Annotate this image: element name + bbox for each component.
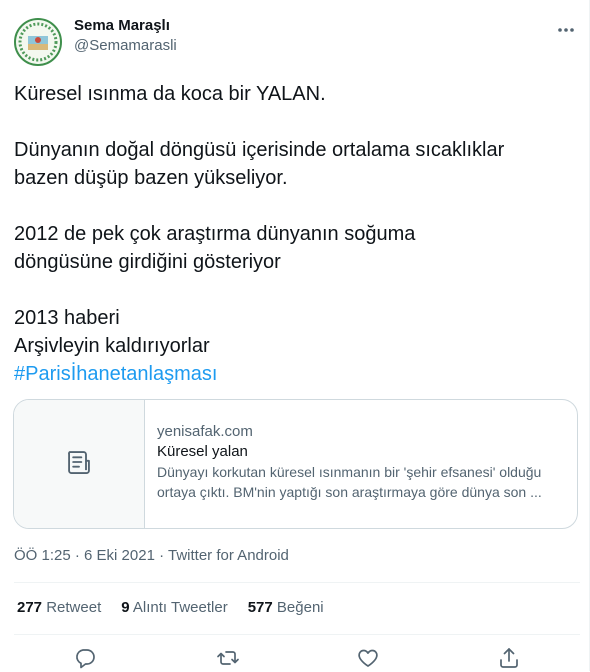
- like-button[interactable]: [356, 646, 380, 670]
- tweet-actions: [0, 646, 590, 672]
- reply-icon: [73, 646, 97, 670]
- divider: [14, 582, 580, 583]
- tweet-header: Sema Maraşlı @Semamarasli: [14, 14, 584, 66]
- likes-count: 577: [247, 599, 273, 616]
- more-options-button[interactable]: [554, 18, 578, 42]
- author-handle[interactable]: @Semamarasli: [74, 36, 177, 56]
- divider: [14, 634, 580, 635]
- tweet-line: döngüsüne girdiğini gösteriyor: [14, 251, 281, 273]
- retweets-count: 277: [17, 599, 43, 616]
- likes-stat[interactable]: 577 Beğeni: [248, 598, 324, 618]
- card-domain: yenisafak.com: [157, 423, 253, 440]
- tweet-line: bazen düşüp bazen yükseliyor.: [14, 167, 288, 189]
- tweet-line: 2013 haberi: [14, 307, 120, 329]
- card-thumbnail: [14, 400, 145, 528]
- quotes-count: 9: [121, 599, 130, 616]
- quotes-stat[interactable]: 9 Alıntı Tweetler: [121, 598, 227, 618]
- tweet-line: Arşivleyin kaldırıyorlar: [14, 335, 210, 357]
- more-horizontal-icon: [554, 28, 578, 46]
- share-icon: [497, 646, 521, 670]
- share-button[interactable]: [497, 646, 521, 670]
- article-icon: [65, 448, 93, 481]
- avatar[interactable]: [14, 18, 62, 66]
- tweet-metadata: ÖÖ 1:25 · 6 Eki 2021 · Twitter for Andro…: [14, 547, 289, 564]
- likes-label: Beğeni: [276, 599, 324, 616]
- retweet-button[interactable]: [216, 646, 240, 670]
- tweet-stats: 277 Retweet 9 Alıntı Tweetler 577 Beğeni: [17, 598, 344, 618]
- tweet-line: Küresel ısınma da koca bir YALAN.: [14, 83, 326, 105]
- card-description-line: Dünyayı korkutan küresel ısınmanın bir '…: [157, 464, 542, 480]
- tweet-line: 2012 de pek çok araştırma dünyanın soğum…: [14, 223, 416, 245]
- tweet-text: Küresel ısınma da koca bir YALAN. Dünyan…: [14, 80, 579, 388]
- link-preview-card[interactable]: yenisafak.com Küresel yalan Dünyayı kork…: [13, 399, 578, 529]
- retweets-label: Retweet: [46, 599, 102, 616]
- tweet-line: Dünyanın doğal döngüsü içerisinde ortala…: [14, 139, 505, 161]
- tweet-time-link[interactable]: ÖÖ 1:25 · 6 Eki 2021: [14, 547, 155, 564]
- hashtag-link[interactable]: #Parisİhanetanlaşması: [14, 363, 217, 385]
- heart-icon: [356, 646, 380, 670]
- source-link[interactable]: Twitter for Android: [168, 547, 289, 564]
- retweets-stat[interactable]: 277 Retweet: [17, 598, 101, 618]
- card-title: Küresel yalan: [157, 443, 248, 460]
- card-description-line: ortaya çıktı. BM'nin yaptığı son araştır…: [157, 484, 542, 500]
- author-display-name[interactable]: Sema Maraşlı: [74, 16, 177, 36]
- quotes-label: Alıntı Tweetler: [132, 599, 228, 616]
- reply-button[interactable]: [73, 646, 97, 670]
- retweet-icon: [216, 646, 240, 670]
